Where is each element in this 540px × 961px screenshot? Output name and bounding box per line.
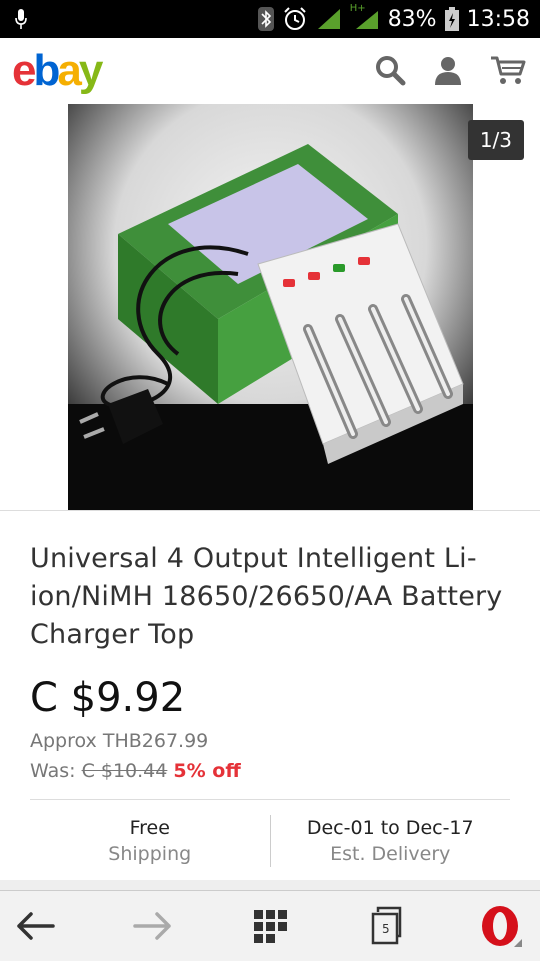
item-title: Universal 4 Output Intelligent Li-ion/Ni…: [30, 543, 503, 650]
back-button[interactable]: [12, 903, 58, 949]
battery-icon: [444, 7, 459, 31]
forward-button[interactable]: [130, 903, 176, 949]
product-photo[interactable]: [68, 104, 473, 510]
section-separator: [0, 880, 540, 890]
back-arrow-icon: [17, 912, 55, 940]
delivery-info: Dec-01 to Dec-17 Est. Delivery: [269, 815, 511, 867]
tabs-count: 5: [382, 922, 390, 936]
network-indicator: H+: [350, 3, 380, 31]
tabs-button[interactable]: 5: [365, 903, 411, 949]
account-icon[interactable]: [432, 54, 464, 86]
app-header: ebay: [0, 38, 540, 105]
original-price: C $10.44: [81, 760, 168, 782]
clock-time: 13:58: [466, 6, 530, 32]
shipping-delivery-info: Free Shipping Dec-01 to Dec-17 Est. Deli…: [30, 815, 510, 867]
image-gallery[interactable]: 1/3: [0, 104, 540, 510]
ebay-logo[interactable]: ebay: [12, 46, 104, 96]
shipping-label: Shipping: [108, 843, 192, 865]
logo-letter: b: [33, 46, 60, 95]
logo-letter: y: [78, 46, 104, 95]
discount-badge: 5% off: [173, 760, 241, 782]
speed-dial-icon: [254, 910, 287, 943]
delivery-label: Est. Delivery: [330, 843, 451, 865]
delivery-dates: Dec-01 to Dec-17: [306, 817, 474, 839]
was-label: Was:: [30, 760, 76, 782]
microphone-icon: [15, 9, 27, 29]
signal-icon: [317, 9, 340, 29]
image-counter: 1/3: [467, 120, 524, 160]
approx-price: Approx THB267.99: [30, 730, 209, 752]
divider: [0, 510, 540, 511]
opera-menu-icon: [482, 906, 522, 947]
signal-strength-icon: [355, 11, 378, 29]
speed-dial-button[interactable]: [247, 903, 293, 949]
was-price-row: Was: C $10.44 5% off: [30, 760, 241, 782]
logo-letter: e: [12, 46, 37, 95]
opera-menu-button[interactable]: [478, 903, 524, 949]
bluetooth-icon: [257, 7, 274, 31]
search-icon[interactable]: [374, 54, 406, 86]
battery-charger-image: [68, 104, 473, 510]
alarm-clock-icon: [283, 7, 306, 30]
battery-percent: 83%: [387, 6, 437, 32]
item-price: C $9.92: [30, 675, 186, 721]
forward-arrow-icon: [133, 912, 171, 940]
shipping-info: Free Shipping: [30, 815, 270, 867]
cart-icon[interactable]: [490, 54, 526, 86]
browser-toolbar: 5: [0, 890, 540, 961]
shipping-value: Free: [129, 817, 170, 839]
divider: [30, 799, 510, 800]
logo-letter: a: [57, 46, 82, 95]
status-bar: H+ 83% 13:58: [0, 0, 540, 38]
